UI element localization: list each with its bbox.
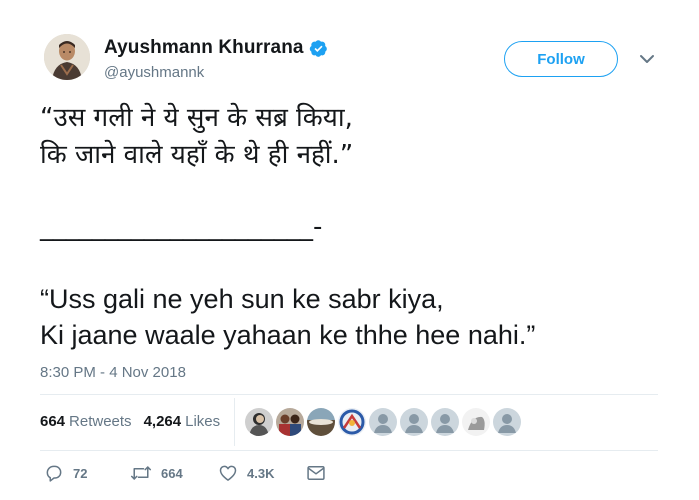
retweets-stat[interactable]: 664 Retweets (40, 413, 132, 430)
avatar-photo-icon (44, 34, 90, 80)
follow-button[interactable]: Follow (504, 41, 618, 77)
stats-separator (234, 398, 235, 446)
retweet-icon (130, 466, 152, 480)
tweet-text-hindi: “उस गली ने ये सुन के सब्र किया, कि जाने … (40, 103, 354, 170)
like-button[interactable]: 4.3K (218, 463, 306, 483)
reply-icon (46, 465, 62, 482)
avatar-photo-icon (276, 408, 304, 436)
author-handle[interactable]: @ayushmannk (104, 64, 204, 81)
divider-top (40, 394, 658, 395)
tweet-card: Ayushmann Khurrana @ayushmannk Follow “उ… (0, 0, 699, 500)
author-display-name[interactable]: Ayushmann Khurrana (104, 37, 304, 59)
retweets-label: Retweets (69, 413, 132, 430)
default-avatar-icon (493, 408, 521, 436)
reply-count: 72 (73, 465, 88, 481)
default-avatar-icon (431, 408, 459, 436)
reply-button[interactable]: 72 (44, 463, 130, 483)
liker-avatar[interactable] (462, 408, 490, 436)
direct-message-button[interactable] (306, 464, 326, 482)
tweet-actions: 72 664 4.3K (44, 463, 326, 483)
liker-avatar[interactable] (276, 408, 304, 436)
avatar-photo-icon (338, 408, 366, 436)
liker-avatar[interactable] (338, 408, 366, 436)
like-count: 4.3K (247, 465, 275, 481)
liker-avatar[interactable] (307, 408, 335, 436)
tweet-text-latin: “Uss gali ne yeh sun ke sabr kiya, Ki ja… (40, 284, 536, 350)
default-avatar-icon (400, 408, 428, 436)
author-name-row[interactable]: Ayushmann Khurrana (104, 37, 328, 59)
chevron-down-icon[interactable] (638, 52, 656, 66)
heart-icon (219, 465, 237, 481)
likes-stat[interactable]: 4,264 Likes (144, 413, 221, 430)
author-avatar[interactable] (44, 34, 90, 80)
liker-avatar[interactable] (493, 408, 521, 436)
retweets-count: 664 (40, 413, 66, 430)
retweet-button[interactable]: 664 (130, 463, 218, 483)
likes-count: 4,264 (143, 413, 182, 430)
tweet-timestamp[interactable]: 8:30 PM - 4 Nov 2018 (40, 364, 186, 381)
avatar-photo-icon (307, 408, 335, 436)
liker-avatar[interactable] (245, 408, 273, 436)
verified-badge-icon (309, 39, 328, 58)
liker-avatar[interactable] (431, 408, 459, 436)
default-avatar-icon (369, 408, 397, 436)
liker-avatars (245, 408, 521, 436)
avatar-photo-icon (462, 408, 490, 436)
tweet-stats: 664 Retweets 4,264 Likes (40, 413, 232, 430)
avatar-photo-icon (245, 408, 273, 436)
divider-bottom (40, 450, 658, 451)
liker-avatar[interactable] (400, 408, 428, 436)
retweet-count: 664 (161, 465, 183, 481)
tweet-text-divider: _____________________- (40, 212, 323, 242)
liker-avatar[interactable] (369, 408, 397, 436)
envelope-icon (307, 466, 325, 480)
likes-label: Likes (185, 413, 221, 430)
